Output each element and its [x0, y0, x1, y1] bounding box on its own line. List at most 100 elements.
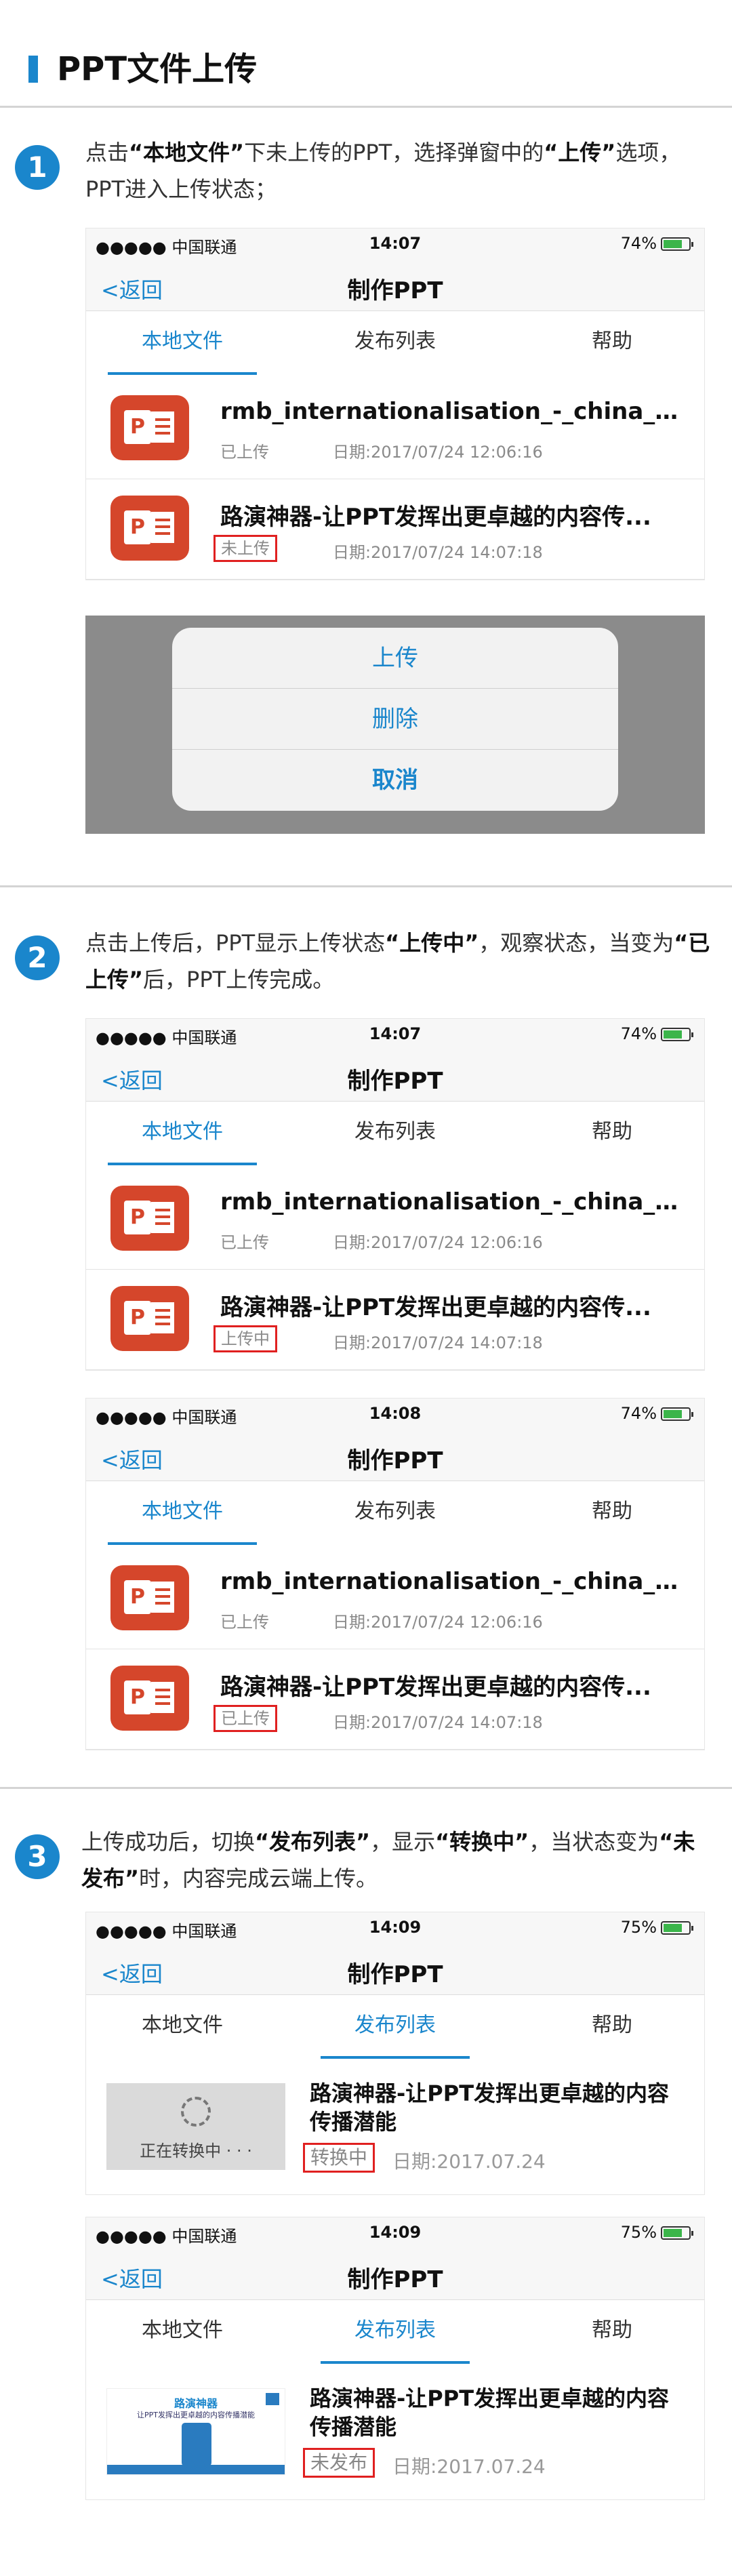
- file-date: 日期:2017/07/24 14:07:18: [333, 543, 543, 562]
- step-number-badge: 1: [15, 145, 60, 190]
- upload-status: 上传中: [214, 1325, 277, 1352]
- loading-spinner-icon: [181, 2097, 211, 2127]
- divider: [0, 885, 732, 887]
- file-date: 日期:2017/07/24 12:06:16: [333, 1233, 543, 1252]
- poster-subtitle: 让PPT发挥出更卓越的内容传播潜能: [137, 2411, 255, 2419]
- file-date: 日期:2017/07/24 12:06:16: [333, 1613, 543, 1632]
- tab-local-files[interactable]: 本地文件: [86, 1481, 284, 1549]
- battery-fill: [664, 2229, 682, 2237]
- battery-fill: [664, 1410, 682, 1418]
- tab-help[interactable]: 帮助: [510, 311, 704, 379]
- publish-status: 转换中: [303, 2143, 375, 2173]
- tab-local-files[interactable]: 本地文件: [86, 311, 284, 379]
- tab-help[interactable]: 帮助: [510, 1102, 704, 1169]
- publish-title: 路演神器-让PPT发挥出更卓越的内容传播潜能: [310, 2080, 670, 2135]
- ppt-file-icon: P: [110, 1666, 189, 1731]
- battery-fill: [664, 240, 682, 248]
- status-time: 14:08: [369, 1404, 422, 1423]
- page-header: PPT文件上传: [0, 0, 732, 106]
- status-bar: ●●●●● 中国联通 14:08 74%: [86, 1398, 704, 1430]
- tab-help[interactable]: 帮助: [510, 1995, 704, 2063]
- nav-bar: <返回 制作PPT: [86, 1430, 704, 1481]
- step-2-text: 点击上传后，PPT显示上传状态“上传中”，观察状态，当变为“已上传”后，PPT上…: [85, 930, 710, 992]
- tab-local-files[interactable]: 本地文件: [86, 1995, 284, 2063]
- tab-publish-list[interactable]: 发布列表: [293, 311, 497, 379]
- poster-band: [107, 2465, 285, 2474]
- file-name: rmb_internationalisation_-_china_webi...: [220, 1188, 688, 1215]
- file-name: rmb_internationalisation_-_china_webi...: [220, 1568, 688, 1595]
- nav-title: 制作PPT: [347, 2266, 443, 2293]
- tab-publish-list[interactable]: 发布列表: [293, 1481, 497, 1549]
- battery-fill: [664, 1924, 682, 1932]
- phone-screenshot: ●●●●● 中国联通 14:08 74% <返回 制作PPT 本地文件 发布列表…: [85, 1398, 705, 1750]
- battery-icon: [661, 1028, 693, 1041]
- ppt-file-icon: P: [110, 1565, 189, 1630]
- upload-option[interactable]: 上传: [172, 628, 618, 689]
- battery-percent: 74%: [620, 234, 657, 253]
- battery-percent: 74%: [620, 1404, 657, 1423]
- list-item[interactable]: P 路演神器-让PPT发挥出更卓越的内容传... 上传中 日期:2017/07/…: [86, 1270, 704, 1370]
- list-item[interactable]: P 路演神器-让PPT发挥出更卓越的内容传... 已上传 日期:2017/07/…: [86, 1649, 704, 1750]
- file-name: 路演神器-让PPT发挥出更卓越的内容传...: [220, 504, 651, 531]
- delete-option[interactable]: 删除: [172, 689, 618, 750]
- status-time: 14:07: [369, 1024, 422, 1043]
- tab-help[interactable]: 帮助: [510, 1481, 704, 1549]
- tab-help[interactable]: 帮助: [510, 2300, 704, 2368]
- poster-title: 路演神器: [174, 2397, 218, 2410]
- title-accent-bar: [28, 56, 38, 83]
- phone-screenshot: ●●●●● 中国联通 14:07 74% <返回 制作PPT 本地文件 发布列表…: [85, 228, 705, 580]
- battery-fill: [664, 1030, 682, 1039]
- status-time: 14:09: [369, 2223, 422, 2242]
- file-name: 路演神器-让PPT发挥出更卓越的内容传...: [220, 1294, 651, 1321]
- page-title: PPT文件上传: [57, 50, 258, 88]
- list-item[interactable]: P rmb_internationalisation_-_china_webi.…: [86, 379, 704, 479]
- step-number-badge: 2: [15, 935, 60, 980]
- publish-list-item[interactable]: 正在转换中 · · · 路演神器-让PPT发挥出更卓越的内容传播潜能 转换中 日…: [86, 2063, 704, 2194]
- cancel-option[interactable]: 取消: [172, 750, 618, 811]
- step-3-text: 上传成功后，切换“发布列表”，显示“转换中”，当状态变为“未发布”时，内容完成云…: [81, 1829, 695, 1891]
- ppt-file-icon: P: [110, 395, 189, 460]
- file-name: rmb_internationalisation_-_china_webi...: [220, 398, 688, 425]
- phone-screenshot: ●●●●● 中国联通 14:09 75% <返回 制作PPT 本地文件 发布列表…: [85, 1912, 705, 2195]
- phone-screenshot: ●●●●● 中国联通 14:07 74% <返回 制作PPT 本地文件 发布列表…: [85, 1018, 705, 1371]
- divider: [0, 1787, 732, 1789]
- nav-title: 制作PPT: [347, 277, 443, 304]
- tab-local-files[interactable]: 本地文件: [86, 1102, 284, 1169]
- ppt-file-icon: P: [110, 1186, 189, 1251]
- status-bar: ●●●●● 中国联通 14:09 75%: [86, 1912, 704, 1944]
- tag-icon: [266, 2393, 279, 2405]
- upload-status: 已上传: [220, 1233, 269, 1252]
- nav-bar: <返回 制作PPT: [86, 1050, 704, 1102]
- upload-status: 已上传: [214, 1705, 277, 1732]
- status-time: 14:07: [369, 234, 422, 253]
- nav-title: 制作PPT: [347, 1068, 443, 1095]
- list-item[interactable]: P rmb_internationalisation_-_china_webi.…: [86, 1549, 704, 1649]
- file-date: 日期:2017/07/24 12:06:16: [333, 443, 543, 462]
- tab-publish-list[interactable]: 发布列表: [293, 1102, 497, 1169]
- action-sheet-overlay: 上传 删除 取消: [85, 616, 705, 834]
- tab-publish-list[interactable]: 发布列表: [293, 2300, 497, 2368]
- step-1-text: 点击“本地文件”下未上传的PPT，选择弹窗中的“上传”选项，PPT进入上传状态；: [85, 140, 681, 202]
- battery-icon: [661, 237, 693, 251]
- step-number-badge: 3: [15, 1834, 60, 1879]
- publish-status: 未发布: [303, 2448, 375, 2478]
- status-time: 14:09: [369, 1918, 422, 1937]
- upload-status: 已上传: [220, 1613, 269, 1632]
- publish-list-item[interactable]: 路演神器 让PPT发挥出更卓越的内容传播潜能 路演神器-让PPT发挥出更卓越的内…: [86, 2368, 704, 2499]
- list-item[interactable]: P rmb_internationalisation_-_china_webi.…: [86, 1169, 704, 1270]
- list-item[interactable]: P 路演神器-让PPT发挥出更卓越的内容传... 未上传 日期:2017/07/…: [86, 479, 704, 580]
- phone-graphic-icon: [182, 2423, 211, 2466]
- action-sheet: 上传 删除 取消: [172, 628, 618, 811]
- upload-status: 已上传: [220, 443, 269, 462]
- tab-publish-list[interactable]: 发布列表: [293, 1995, 497, 2063]
- upload-status: 未上传: [214, 535, 277, 562]
- battery-percent: 75%: [620, 2223, 657, 2242]
- status-bar: ●●●●● 中国联通 14:09 75%: [86, 2217, 704, 2249]
- tab-local-files[interactable]: 本地文件: [86, 2300, 284, 2368]
- battery-icon: [661, 2226, 693, 2240]
- nav-title: 制作PPT: [347, 1447, 443, 1474]
- publish-title: 路演神器-让PPT发挥出更卓越的内容传播潜能: [310, 2386, 670, 2440]
- battery-percent: 75%: [620, 1918, 657, 1937]
- file-date: 日期:2017/07/24 14:07:18: [333, 1713, 543, 1732]
- battery-icon: [661, 1921, 693, 1935]
